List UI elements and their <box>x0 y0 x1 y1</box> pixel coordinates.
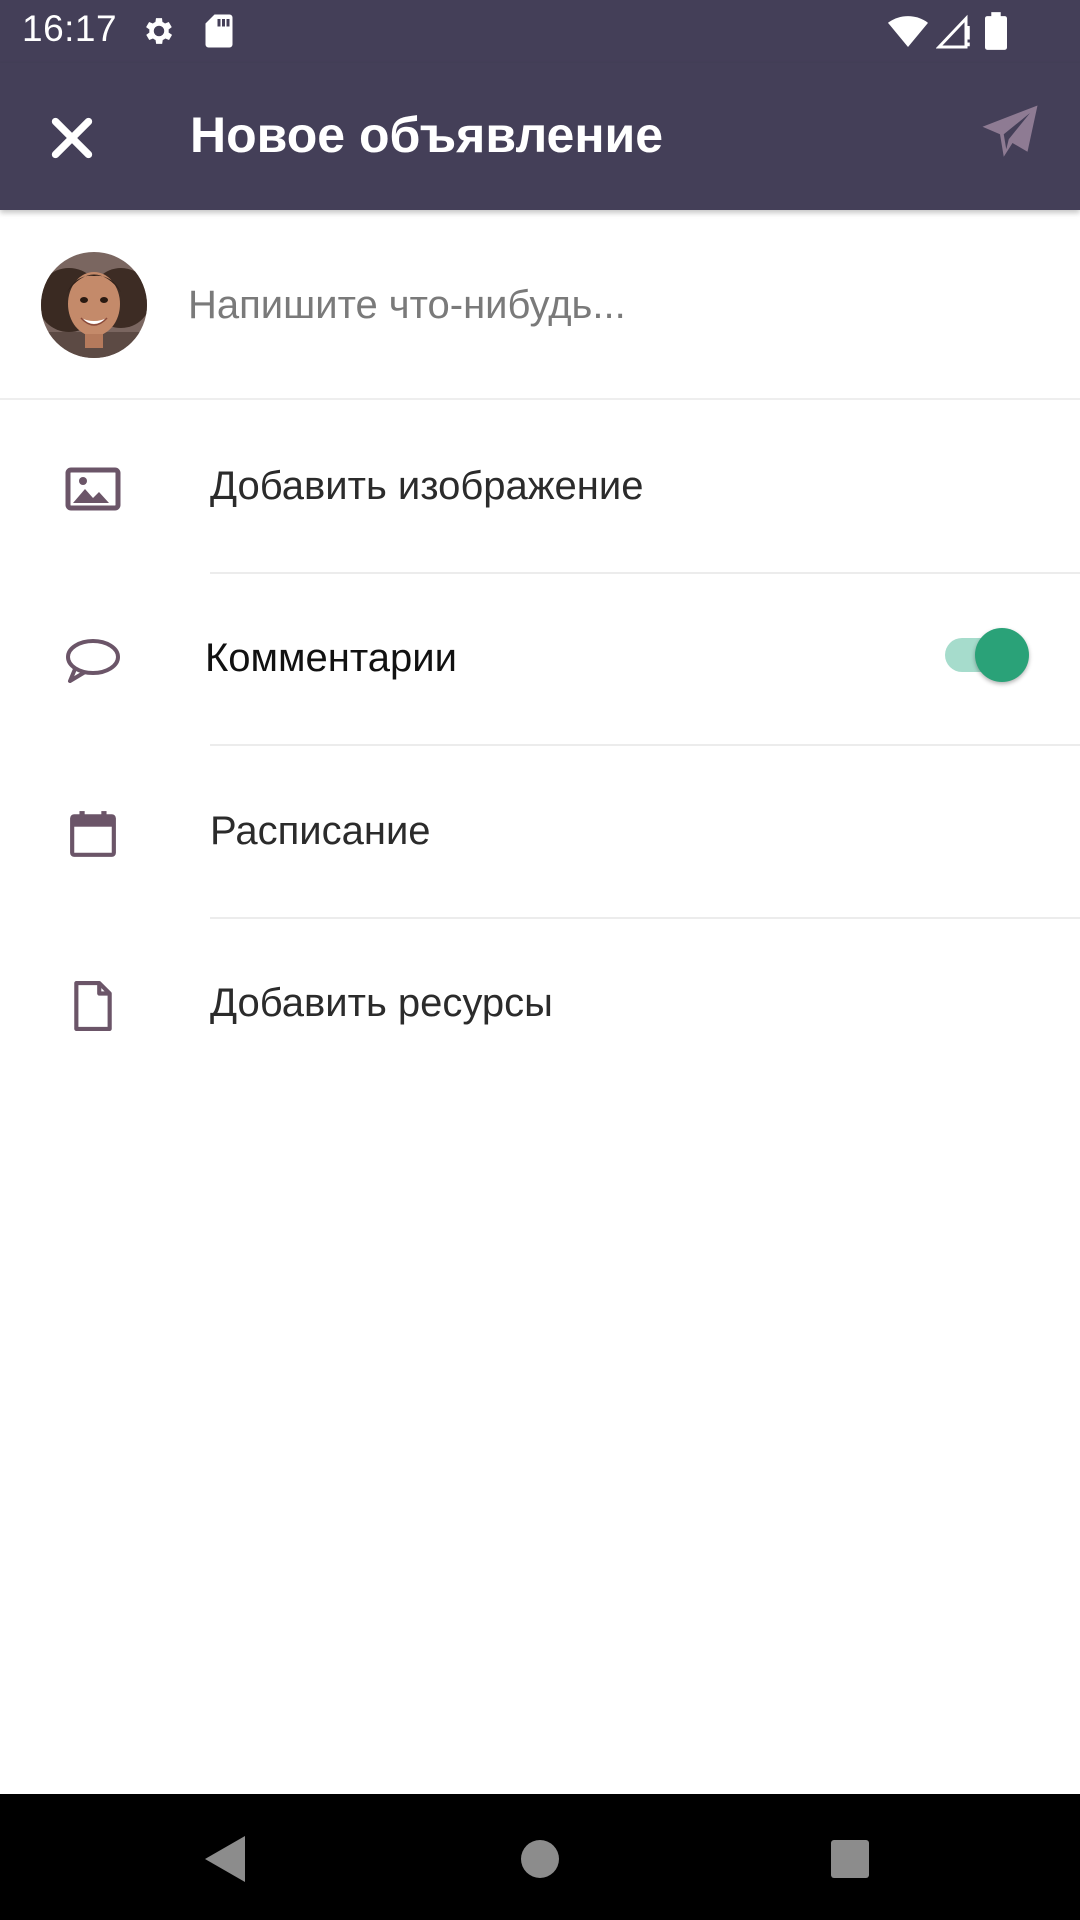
signal-icon <box>935 14 972 55</box>
add-resources-row[interactable]: Добавить ресурсы <box>0 919 1080 1091</box>
home-icon <box>521 1840 559 1878</box>
document-icon <box>64 979 122 1033</box>
comments-label: Комментарии <box>205 636 457 680</box>
status-time: 16:17 <box>22 8 118 49</box>
close-icon <box>51 117 93 159</box>
close-button[interactable] <box>40 106 104 170</box>
schedule-label: Расписание <box>210 809 431 853</box>
comments-row[interactable]: Комментарии <box>0 574 1080 746</box>
send-button[interactable] <box>980 103 1050 173</box>
sd-card-icon <box>204 13 234 54</box>
recents-icon <box>831 1840 869 1878</box>
app-bar: Новое объявление <box>0 63 1080 210</box>
schedule-row[interactable]: Расписание <box>0 747 1080 919</box>
compose-input[interactable] <box>188 270 1028 340</box>
nav-back-button[interactable] <box>190 1824 260 1894</box>
toggle-thumb <box>975 628 1029 682</box>
calendar-icon <box>64 807 122 861</box>
status-bar: 16:17 <box>0 0 1080 63</box>
add-image-label: Добавить изображение <box>210 464 644 508</box>
comment-icon <box>64 634 122 688</box>
nav-home-button[interactable] <box>505 1824 575 1894</box>
divider <box>210 744 1080 746</box>
send-icon <box>982 105 1038 157</box>
nav-recents-button[interactable] <box>815 1824 885 1894</box>
screen: 16:17 Новое объявление Напишите что-нибу… <box>0 0 1080 1920</box>
comments-toggle[interactable] <box>945 624 1029 682</box>
back-icon <box>205 1836 245 1882</box>
image-icon <box>64 462 122 516</box>
compose-row <box>0 210 1080 400</box>
page-title: Новое объявление <box>190 107 664 163</box>
add-image-row[interactable]: Добавить изображение <box>0 402 1080 574</box>
nav-bar <box>0 1794 1080 1920</box>
avatar <box>41 252 147 358</box>
wifi-icon <box>888 15 928 54</box>
add-resources-label: Добавить ресурсы <box>210 981 553 1025</box>
gear-icon <box>141 13 177 54</box>
battery-icon <box>985 12 1007 55</box>
